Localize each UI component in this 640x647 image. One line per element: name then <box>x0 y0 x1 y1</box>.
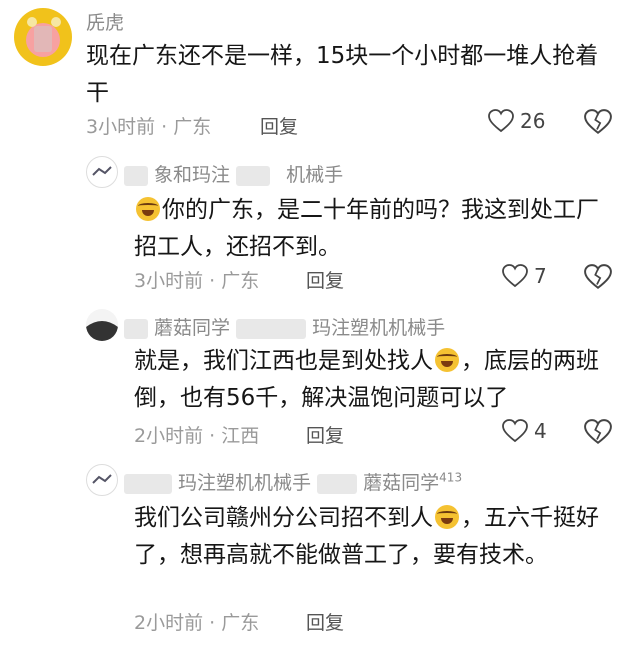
avatar-cartoon-icon <box>26 17 61 57</box>
dislike-button[interactable] <box>584 264 612 294</box>
broken-heart-icon <box>584 419 612 444</box>
like-button[interactable]: 7 <box>502 264 547 288</box>
username[interactable]: 象和玛注 机械手 <box>124 160 343 187</box>
dislike-button[interactable] <box>584 419 612 449</box>
reply-button[interactable]: 回复 <box>306 266 344 293</box>
reply-button[interactable]: 回复 <box>306 608 344 635</box>
like-button[interactable]: 4 <box>502 419 547 443</box>
comment-meta: 2小时前 · 广东 <box>134 612 260 634</box>
like-count: 4 <box>534 419 547 443</box>
avatar[interactable] <box>86 464 118 496</box>
laughing-emoji-icon <box>435 505 459 529</box>
heart-icon <box>488 109 514 133</box>
comment-4: 玛注塑机机械手 蘑菇同学413 我们公司赣州分公司招不到人 ，五六千挺好了，想再高… <box>0 460 640 647</box>
like-button[interactable]: 26 <box>488 109 545 133</box>
heart-icon <box>502 264 528 288</box>
laughing-emoji-icon <box>136 197 160 221</box>
broken-heart-icon <box>584 109 612 134</box>
username[interactable]: 蘑菇同学 玛注塑机机械手 <box>124 313 445 340</box>
avatar-logo-icon <box>92 474 112 484</box>
avatar-logo-icon <box>92 166 112 176</box>
comment-2: 象和玛注 机械手 你的广东，是二十年前的吗？我这到处工厂招工人，还招不到。 3小… <box>0 150 640 300</box>
avatar[interactable] <box>86 156 118 188</box>
comment-meta: 3小时前 · 广东 <box>86 116 212 138</box>
username[interactable]: 兏虎 <box>86 8 124 35</box>
username[interactable]: 玛注塑机机械手 蘑菇同学413 <box>124 468 462 495</box>
laughing-emoji-icon <box>435 348 459 372</box>
dislike-button[interactable] <box>584 109 612 139</box>
reply-button[interactable]: 回复 <box>306 421 344 448</box>
heart-icon <box>502 419 528 443</box>
comment-text: 就是，我们江西也是到处找人 ，底层的两班倒，也有56千，解决温饱问题可以了 <box>134 348 599 411</box>
comment-text: 我们公司赣州分公司招不到人 ，五六千挺好了，想再高就不能做普工了，要有技术。 <box>134 505 599 568</box>
avatar[interactable] <box>86 309 118 341</box>
comment-1: 兏虎 现在广东还不是一样，15块一个小时都一堆人抢着干 3小时前 · 广东 回复… <box>0 0 640 150</box>
broken-heart-icon <box>584 264 612 289</box>
comment-text: 现在广东还不是一样，15块一个小时都一堆人抢着干 <box>86 43 599 106</box>
comment-3: 蘑菇同学 玛注塑机机械手 就是，我们江西也是到处找人 ，底层的两班倒，也有56千，… <box>0 305 640 460</box>
like-count: 7 <box>534 264 547 288</box>
like-count: 26 <box>520 109 546 133</box>
comment-text: 你的广东，是二十年前的吗？我这到处工厂招工人，还招不到。 <box>134 197 599 260</box>
reply-button[interactable]: 回复 <box>260 112 298 139</box>
comment-meta: 2小时前 · 江西 <box>134 425 260 447</box>
avatar[interactable] <box>14 8 72 66</box>
avatar-photo-icon <box>86 321 118 341</box>
comment-meta: 3小时前 · 广东 <box>134 270 260 292</box>
